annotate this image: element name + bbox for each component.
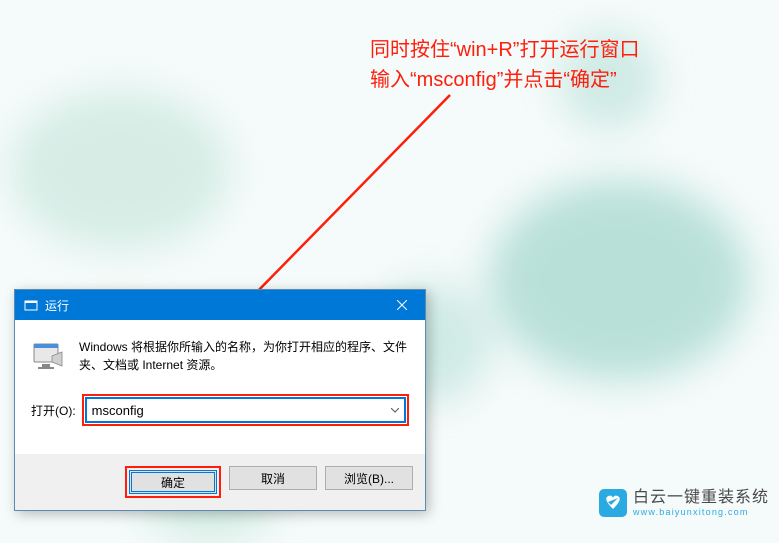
annotation-line1: 同时按住“win+R”打开运行窗口 (370, 35, 639, 65)
dialog-description: Windows 将根据你所输入的名称，为你打开相应的程序、文件夹、文档或 Int… (79, 338, 409, 374)
close-icon (397, 300, 407, 310)
annotation-line2: 输入“msconfig”并点击“确定” (370, 65, 639, 95)
dialog-title: 运行 (45, 297, 379, 314)
browse-button[interactable]: 浏览(B)... (325, 466, 413, 490)
dropdown-button[interactable] (387, 400, 403, 420)
close-button[interactable] (379, 290, 425, 320)
watermark-url: www.baiyunxitong.com (633, 508, 769, 517)
run-dialog: 运行 Windows 将根据你所输入的名称，为你打开相应的程序、文件夹、文档或 … (14, 289, 426, 511)
watermark-brand: 白云一键重装系统 (633, 490, 769, 506)
watermark: 白云一键重装系统 www.baiyunxitong.com (599, 489, 769, 517)
open-label: 打开(O): (31, 402, 76, 419)
run-program-icon (31, 338, 67, 374)
button-row: 确定 取消 浏览(B)... (15, 454, 425, 510)
run-dialog-icon (23, 297, 39, 313)
open-input[interactable] (86, 398, 405, 422)
annotation-text: 同时按住“win+R”打开运行窗口 输入“msconfig”并点击“确定” (370, 35, 639, 95)
ok-button[interactable]: 确定 (129, 470, 217, 494)
chevron-down-icon (391, 408, 399, 413)
cancel-button[interactable]: 取消 (229, 466, 317, 490)
watermark-icon (599, 489, 627, 517)
ok-highlight-box: 确定 (125, 466, 221, 498)
title-bar[interactable]: 运行 (15, 290, 425, 320)
input-highlight-box (82, 394, 409, 426)
